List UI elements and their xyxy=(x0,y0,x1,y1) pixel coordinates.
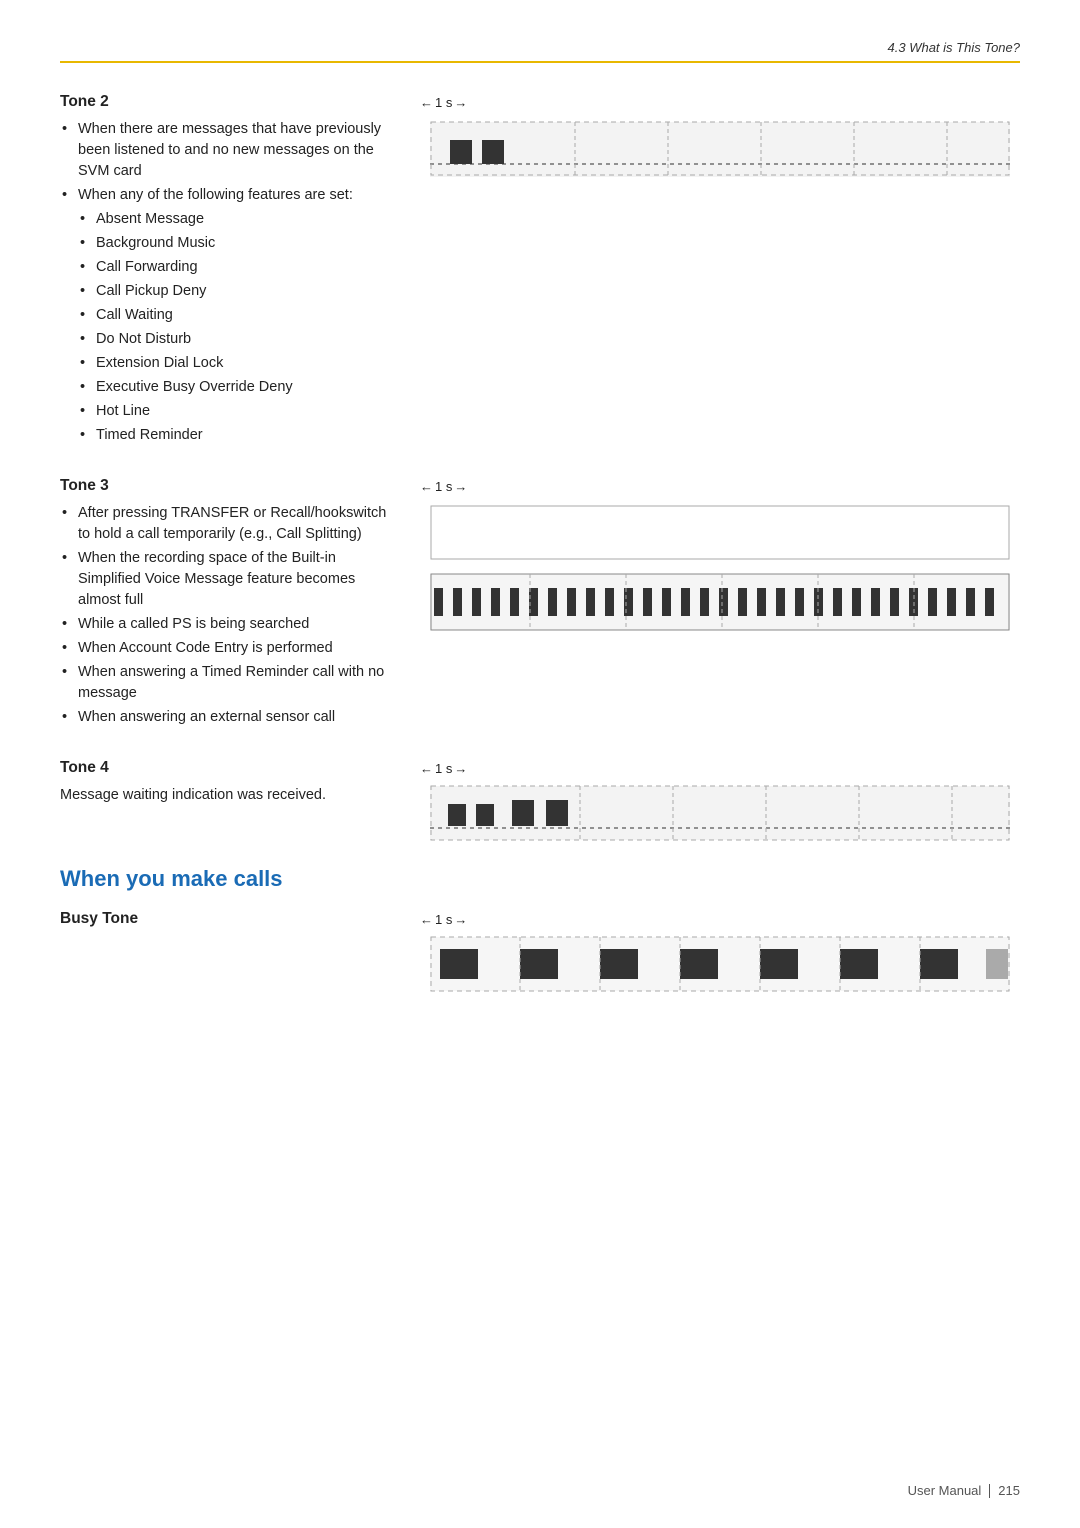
footer-page: 215 xyxy=(998,1483,1020,1498)
header-section-label: 4.3 What is This Tone? xyxy=(888,40,1020,55)
tone4-svg xyxy=(420,778,1020,846)
list-item: Call Waiting xyxy=(78,305,400,326)
tone3-bullet-list: After pressing TRANSFER or Recall/hooksw… xyxy=(60,503,400,728)
list-item: When there are messages that have previo… xyxy=(60,119,400,182)
tone4-heading: Tone 4 xyxy=(60,759,400,777)
list-item: When the recording space of the Built-in… xyxy=(60,548,400,611)
tone3-diagram-label: ← 1 s → xyxy=(420,479,1020,494)
list-item: When answering a Timed Reminder call wit… xyxy=(60,662,400,704)
list-item: When Account Code Entry is performed xyxy=(60,638,400,659)
busytone-diagram: ← 1 s → xyxy=(420,910,1020,997)
list-item: Call Forwarding xyxy=(78,257,400,278)
list-item: Hot Line xyxy=(78,401,400,422)
tone3-svg: pulses generated below xyxy=(420,496,1020,566)
tone4-diagram: ← 1 s → xyxy=(420,759,1020,846)
list-item: When any of the following features are s… xyxy=(60,185,400,446)
tone2-sub-list: Absent Message Background Music Call For… xyxy=(78,209,400,446)
tone2-heading: Tone 2 xyxy=(60,93,400,111)
tone4-section: Tone 4 Message waiting indication was re… xyxy=(60,759,1020,846)
page-container: 4.3 What is This Tone? Tone 2 When there… xyxy=(0,0,1080,1528)
tone3-diagram: ← 1 s → pulses generated below xyxy=(420,477,1020,638)
tone2-text: Tone 2 When there are messages that have… xyxy=(60,93,420,449)
busytone-svg xyxy=(420,929,1020,997)
tone4-diagram-label: ← 1 s → xyxy=(420,761,1020,776)
tone2-diagram: ← 1 s → xyxy=(420,93,1020,182)
tone3-text: Tone 3 After pressing TRANSFER or Recall… xyxy=(60,477,420,731)
busytone-section: Busy Tone ← 1 s → xyxy=(60,910,1020,997)
busytone-text: Busy Tone xyxy=(60,910,420,936)
list-item: Background Music xyxy=(78,233,400,254)
list-item: Do Not Disturb xyxy=(78,329,400,350)
list-item: When answering an external sensor call xyxy=(60,707,400,728)
tone2-bullet-list: When there are messages that have previo… xyxy=(60,119,400,446)
page-footer: User Manual 215 xyxy=(908,1483,1020,1498)
list-item: Absent Message xyxy=(78,209,400,230)
busytone-heading: Busy Tone xyxy=(60,910,400,928)
tone3-heading: Tone 3 xyxy=(60,477,400,495)
tone3-section: Tone 3 After pressing TRANSFER or Recall… xyxy=(60,477,1020,731)
top-header: 4.3 What is This Tone? xyxy=(60,40,1020,63)
list-item: While a called PS is being searched xyxy=(60,614,400,635)
tone2-section: Tone 2 When there are messages that have… xyxy=(60,93,1020,449)
list-item: Timed Reminder xyxy=(78,425,400,446)
list-item: Executive Busy Override Deny xyxy=(78,377,400,398)
busytone-diagram-label: ← 1 s → xyxy=(420,912,1020,927)
tone4-text: Tone 4 Message waiting indication was re… xyxy=(60,759,420,806)
list-item: Call Pickup Deny xyxy=(78,281,400,302)
tone2-svg xyxy=(420,112,1020,182)
footer-label: User Manual xyxy=(908,1483,982,1498)
tone2-diagram-label: ← 1 s → xyxy=(420,95,1020,110)
list-item: Extension Dial Lock xyxy=(78,353,400,374)
tone4-description: Message waiting indication was received. xyxy=(60,785,400,806)
footer-divider xyxy=(989,1484,990,1498)
list-item: After pressing TRANSFER or Recall/hooksw… xyxy=(60,503,400,545)
tone3-svg-main xyxy=(420,566,1020,638)
when-you-make-calls-heading: When you make calls xyxy=(60,866,1020,892)
